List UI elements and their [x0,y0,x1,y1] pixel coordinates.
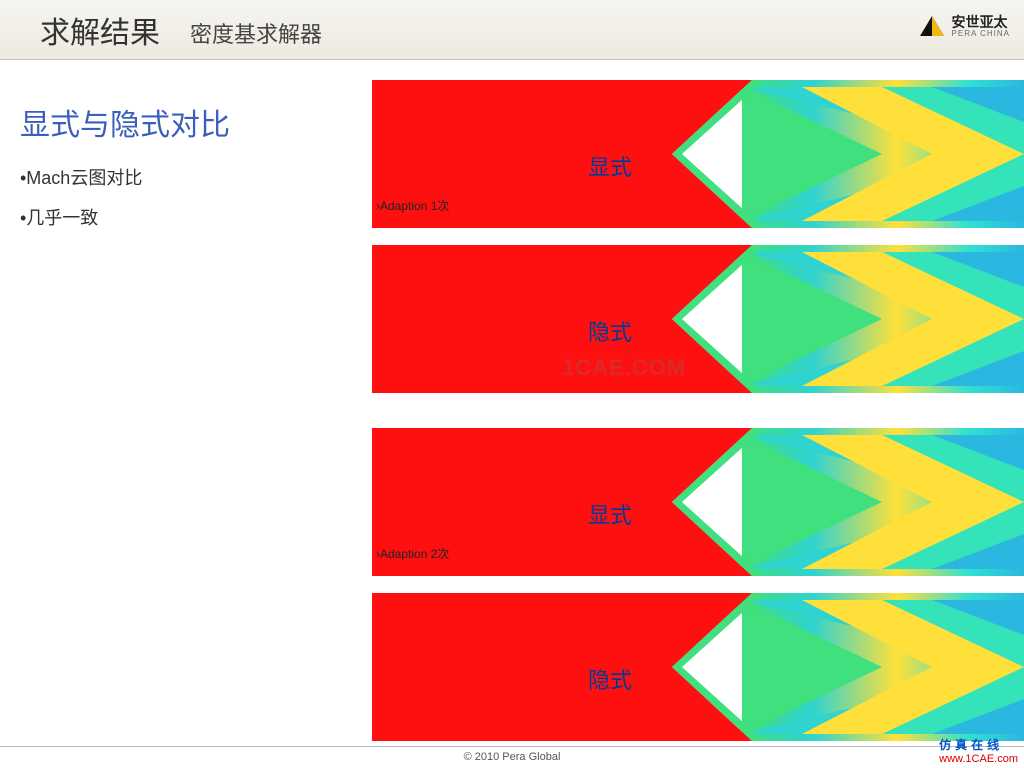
label-implicit: 隐式 [588,663,632,695]
brand-url: www.1CAE.com [939,753,1018,766]
comparison-heading: 显式与隐式对比 [20,100,320,144]
copyright-text: © 2010 Pera Global [464,751,561,763]
label-implicit: 隐式 [588,315,632,347]
pera-logo: 安世亚太 PERA CHINA [918,14,1010,38]
brand-cn: 仿真在线 [939,738,1018,752]
watermark-text: 1CAE.COM [562,355,686,381]
contour-area: ›Adaption 1次 1CAE.COM [372,65,1024,746]
contour-panel-adaption1: ›Adaption 1次 1CAE.COM [372,65,1024,397]
brand-corner: 仿真在线 www.1CAE.com [939,738,1018,766]
footer-bar: © 2010 Pera Global 仿真在线 www.1CAE.com [0,746,1024,768]
contour-explicit: 显式 [372,80,1024,228]
slide: 求解结果 密度基求解器 安世亚太 PERA CHINA 显式与隐式对比 •Mac… [0,0,1024,768]
mach-contour-icon [372,80,1024,228]
contour-implicit: 隐式 [372,593,1024,741]
header-bar: 求解结果 密度基求解器 安世亚太 PERA CHINA [0,0,1024,60]
left-column: 显式与隐式对比 •Mach云图对比 •几乎一致 [0,90,340,254]
mach-contour-icon [372,245,1024,393]
page-title: 求解结果 [40,8,160,52]
label-explicit: 显式 [588,150,632,182]
contour-implicit: 隐式 [372,245,1024,393]
contour-panel-adaption2: ›Adaption 2次 [372,413,1024,745]
contour-explicit: 显式 [372,428,1024,576]
adaption-label-1: ›Adaption 1次 [376,197,449,214]
bullet-item: •Mach云图对比 [20,164,320,190]
logo-subname: PERA CHINA [952,29,1010,38]
adaption-label-2: ›Adaption 2次 [376,545,449,562]
logo-name: 安世亚太 [952,15,1010,29]
bullet-item: •几乎一致 [20,204,320,230]
mach-contour-icon [372,593,1024,741]
logo-text-block: 安世亚太 PERA CHINA [952,15,1010,38]
triangle-icon [918,14,946,38]
page-subtitle: 密度基求解器 [190,17,322,49]
mach-contour-icon [372,428,1024,576]
label-explicit: 显式 [588,498,632,530]
